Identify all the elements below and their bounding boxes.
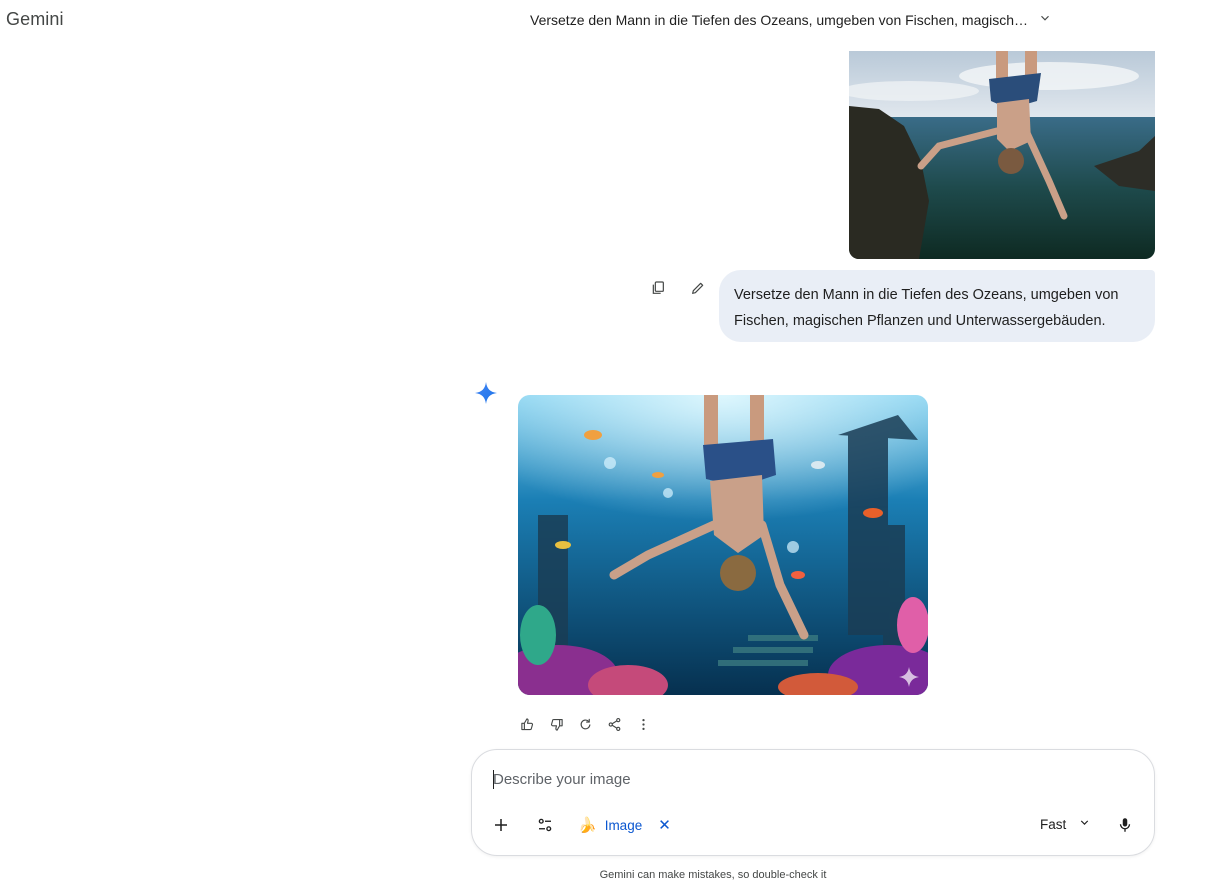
mode-label: Fast: [1040, 816, 1067, 832]
gemini-spark-icon: [474, 381, 498, 405]
app-title: Gemini: [6, 9, 64, 29]
user-message-line: Fischen, magischen Pflanzen und Unterwas…: [734, 313, 1106, 329]
uploaded-image[interactable]: [849, 51, 1155, 259]
more-vert-icon[interactable]: [633, 715, 653, 733]
disclaimer-text: Gemini can make mistakes, so double-chec…: [599, 869, 827, 881]
response-actions: [517, 715, 653, 733]
banana-icon: 🍌: [578, 817, 597, 834]
image-chip-label: Image: [604, 817, 643, 833]
text-caret: [493, 770, 494, 789]
conversation-title-dropdown[interactable]: Versetze den Mann in die Tiefen des Ozea…: [530, 11, 1052, 28]
conversation-title: Versetze den Mann in die Tiefen des Ozea…: [530, 11, 1029, 28]
thumb-down-icon[interactable]: [546, 715, 566, 733]
composer-tools: 🍌 Image ✕: [490, 814, 671, 836]
thumb-up-icon[interactable]: [517, 715, 537, 733]
share-icon[interactable]: [604, 715, 624, 733]
chevron-down-icon: [1038, 11, 1052, 28]
model-mode-select[interactable]: Fast: [1040, 816, 1091, 832]
generated-image[interactable]: [518, 395, 928, 695]
prompt-composer: 🍌 Image ✕ Fast: [471, 749, 1155, 856]
regenerate-icon[interactable]: [575, 715, 595, 733]
tools-icon[interactable]: [534, 814, 556, 836]
copy-icon[interactable]: [648, 278, 668, 298]
image-mode-chip[interactable]: 🍌 Image ✕: [578, 816, 671, 834]
close-icon[interactable]: ✕: [658, 816, 671, 834]
user-message-actions: [648, 278, 708, 298]
user-message-bubble: Versetze den Mann in die Tiefen des Ozea…: [719, 270, 1155, 342]
add-icon[interactable]: [490, 814, 512, 836]
chevron-down-icon: [1078, 816, 1091, 832]
edit-icon[interactable]: [688, 278, 708, 298]
user-message-line: Versetze den Mann in die Tiefen des Ozea…: [734, 287, 1119, 303]
prompt-input[interactable]: [493, 766, 1093, 792]
microphone-icon[interactable]: [1115, 815, 1135, 835]
